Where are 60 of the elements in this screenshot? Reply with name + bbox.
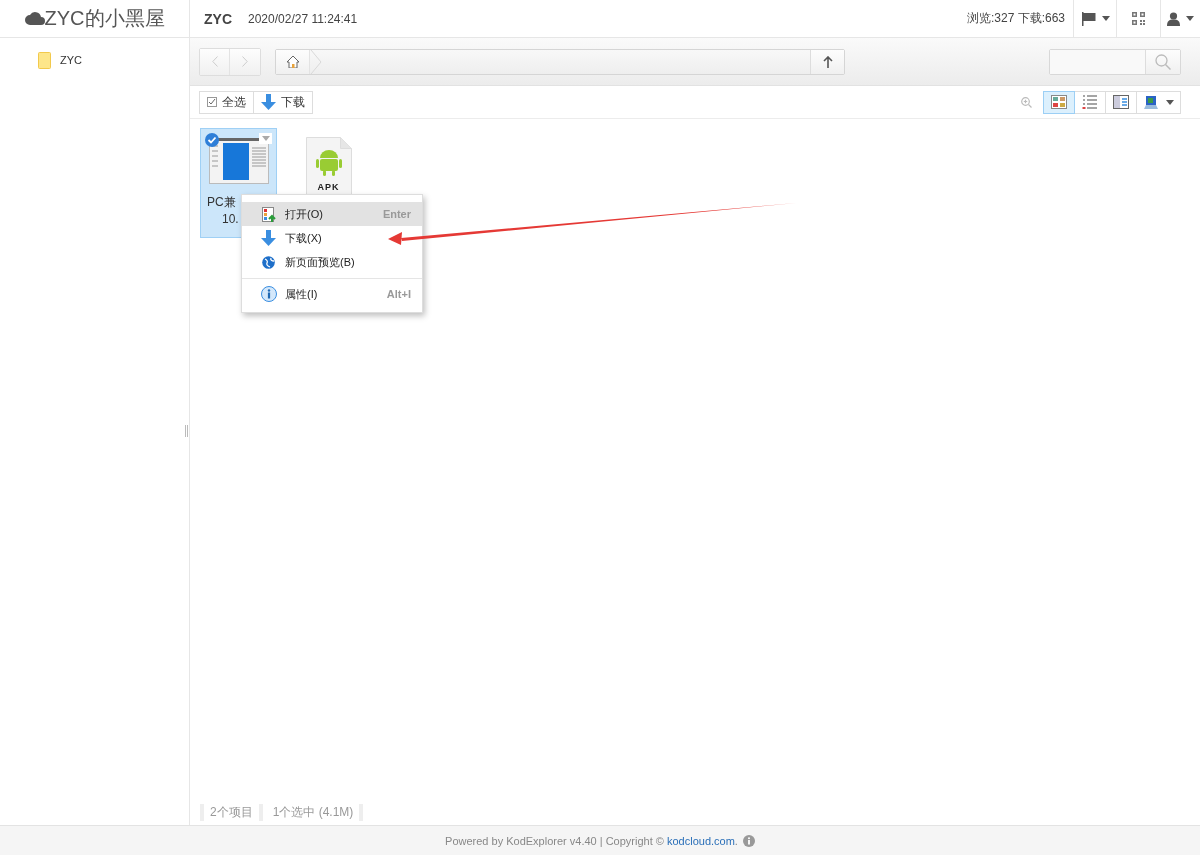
status-text: 2个项目	[200, 804, 263, 821]
site-title: ZYC的小黑屋	[44, 6, 165, 31]
search-button[interactable]	[1145, 49, 1180, 74]
chevron-left-icon	[211, 56, 218, 67]
select-all-button[interactable]: 全选	[199, 90, 254, 114]
info-icon	[260, 286, 277, 302]
download-icon	[261, 94, 276, 110]
resize-handle[interactable]	[185, 425, 188, 437]
view-mode-button[interactable]	[1074, 90, 1106, 114]
menu-item[interactable]: 打开(O) Enter	[242, 202, 422, 226]
caret-icon	[1165, 99, 1174, 105]
shortcut-hint: Alt+I	[386, 288, 411, 300]
menu-item[interactable]: 属性(I) Alt+I	[242, 282, 422, 306]
list-view-icon	[1082, 95, 1098, 109]
download-icon	[261, 230, 276, 246]
open-file-icon	[261, 206, 276, 222]
chevron-right-icon	[242, 56, 248, 67]
caret-icon	[261, 136, 270, 141]
file-menu-button[interactable]	[259, 133, 272, 144]
footer-link[interactable]: kodcloud.com	[667, 834, 735, 847]
view-mode-button[interactable]	[1105, 90, 1137, 114]
search-icon	[1155, 53, 1171, 70]
menu-item[interactable]: 新页面预览(B)	[242, 250, 422, 274]
theme-button[interactable]	[1136, 90, 1181, 114]
search-field[interactable]	[1049, 48, 1181, 75]
file-item[interactable]: APK	[290, 128, 367, 193]
folder-icon	[38, 51, 51, 69]
visit-stats: 浏览:327 下载:663	[966, 10, 1065, 27]
view-mode-button[interactable]	[1043, 90, 1075, 114]
globe-icon	[262, 255, 275, 269]
cloud-icon	[24, 12, 45, 25]
status-text: 1个选中 (4.1M)	[266, 804, 364, 821]
checkbox-icon	[207, 97, 217, 107]
flag-icon	[1080, 11, 1096, 26]
user-name: ZYC	[204, 10, 232, 27]
split-view-icon	[1113, 95, 1129, 109]
download-button[interactable]: 下载	[253, 90, 313, 114]
grid-view-icon	[1051, 95, 1067, 109]
info-icon[interactable]	[742, 834, 755, 847]
back-button[interactable]	[200, 48, 230, 75]
home-icon	[285, 55, 300, 68]
shortcut-hint: Enter	[382, 208, 411, 220]
home-button[interactable]	[276, 49, 310, 74]
checkmark-icon	[205, 133, 219, 147]
caret-icon	[1186, 16, 1194, 21]
tree-item[interactable]: ZYC	[60, 54, 82, 66]
file-name: 10.	[221, 211, 239, 228]
caret-icon	[1101, 16, 1110, 21]
user-icon	[1167, 11, 1180, 26]
footer-text: Powered by KodExplorer v4.40 | Copyright © kodcloud.com.	[445, 834, 738, 847]
up-button[interactable]	[810, 49, 844, 74]
qr-code-icon	[1132, 12, 1145, 25]
file-name: PC兼	[206, 194, 237, 211]
zoom-icon[interactable]	[1021, 96, 1032, 108]
breadcrumb-separator-icon	[310, 49, 322, 74]
file-type-label: APK	[316, 182, 341, 192]
forward-button[interactable]	[230, 48, 260, 75]
date-time: 2020/02/27 11:24:41	[248, 11, 358, 26]
arrow-up-icon	[822, 55, 833, 68]
monitor-icon	[1143, 95, 1158, 109]
